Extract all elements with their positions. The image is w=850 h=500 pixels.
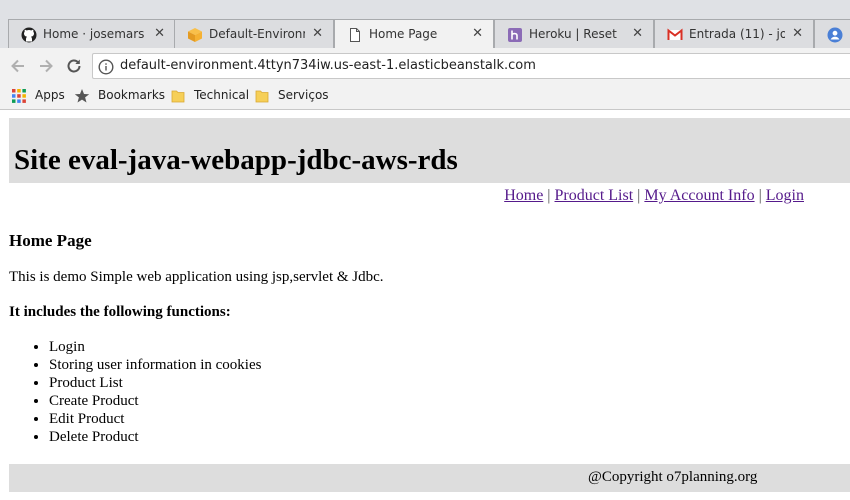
- tab-home-page[interactable]: Home Page ✕: [334, 19, 494, 48]
- menu-link-my-account-info[interactable]: My Account Info: [644, 187, 754, 204]
- tab-github[interactable]: Home · josemarsilva ✕: [8, 19, 176, 48]
- url-text[interactable]: default-environment.4ttyn734iw.us-east-1…: [120, 58, 536, 73]
- menu-separator: |: [758, 187, 762, 204]
- info-icon[interactable]: [98, 59, 114, 75]
- tab-aws-environment[interactable]: Default-Environment ✕: [174, 19, 334, 48]
- tab-gmail[interactable]: Entrada (11) - jose ✕: [654, 19, 814, 48]
- menu-link-product-list[interactable]: Product List: [555, 187, 634, 204]
- tab-heroku[interactable]: Heroku | Reset Password ✕: [494, 19, 654, 48]
- list-item: Storing user information in cookies: [49, 356, 839, 374]
- tab-title: Default-Environment: [209, 27, 305, 41]
- tab-title: Entrada (11) - jose: [689, 27, 785, 41]
- bookmark-label: Technical: [194, 88, 250, 102]
- github-icon: [21, 27, 37, 43]
- close-icon[interactable]: ✕: [472, 26, 483, 41]
- list-item: Login: [49, 338, 839, 356]
- reload-icon[interactable]: [64, 56, 84, 76]
- bookmark-bookmarks[interactable]: Bookmarks: [74, 87, 166, 105]
- list-item: Create Product: [49, 392, 839, 410]
- functions-heading: It includes the following functions:: [9, 304, 231, 320]
- close-icon[interactable]: ✕: [632, 26, 643, 41]
- site-title: Site eval-java-webapp-jdbc-aws-rds: [14, 144, 458, 176]
- account-icon: [827, 27, 843, 43]
- tab-title: Home · josemarsilva: [43, 27, 145, 41]
- page-header: Site eval-java-webapp-jdbc-aws-rds: [9, 118, 850, 183]
- menu-separator: |: [637, 187, 641, 204]
- gmail-icon: [667, 28, 683, 40]
- tab-account[interactable]: [814, 19, 850, 48]
- list-item: Product List: [49, 374, 839, 392]
- bookmark-folder-servicos[interactable]: Serviços: [254, 87, 329, 105]
- menu-link-login[interactable]: Login: [766, 187, 804, 204]
- tab-strip: Home · josemarsilva ✕ Default-Environmen…: [0, 0, 850, 48]
- tab-title: Home Page: [369, 27, 438, 41]
- site-menu: Home | Product List | My Account Info | …: [504, 187, 804, 205]
- page-content: Home Page This is demo Simple web applic…: [9, 231, 839, 446]
- functions-list: Login Storing user information in cookie…: [9, 338, 839, 446]
- apps-grid-icon: [12, 89, 26, 103]
- bookmarks-bar: Apps Bookmarks Technical Serviços: [0, 84, 850, 110]
- aws-cube-icon: [188, 28, 202, 42]
- list-item: Edit Product: [49, 410, 839, 428]
- copyright-text: @Copyright o7planning.org: [588, 469, 758, 485]
- star-icon: [74, 89, 90, 103]
- document-icon: [350, 28, 360, 42]
- close-icon[interactable]: ✕: [792, 26, 803, 41]
- address-bar[interactable]: default-environment.4ttyn734iw.us-east-1…: [92, 53, 850, 79]
- menu-link-home[interactable]: Home: [504, 187, 543, 204]
- intro-text: This is demo Simple web application usin…: [9, 269, 384, 285]
- page-heading: Home Page: [9, 231, 92, 250]
- bookmark-folder-technical[interactable]: Technical: [170, 87, 250, 105]
- heroku-icon: [508, 28, 522, 42]
- back-icon[interactable]: [8, 56, 28, 76]
- bookmark-label: Serviços: [278, 88, 329, 102]
- bookmark-label: Apps: [35, 88, 65, 102]
- menu-separator: |: [547, 187, 551, 204]
- tab-title: Heroku | Reset Password: [529, 27, 621, 41]
- forward-icon[interactable]: [36, 56, 56, 76]
- bookmark-apps[interactable]: Apps: [11, 87, 66, 105]
- bookmark-label: Bookmarks: [98, 88, 166, 102]
- folder-icon: [171, 90, 185, 103]
- folder-icon: [255, 90, 269, 103]
- close-icon[interactable]: ✕: [154, 26, 165, 41]
- list-item: Delete Product: [49, 428, 839, 446]
- page-footer: @Copyright o7planning.org: [9, 464, 850, 492]
- close-icon[interactable]: ✕: [312, 26, 323, 41]
